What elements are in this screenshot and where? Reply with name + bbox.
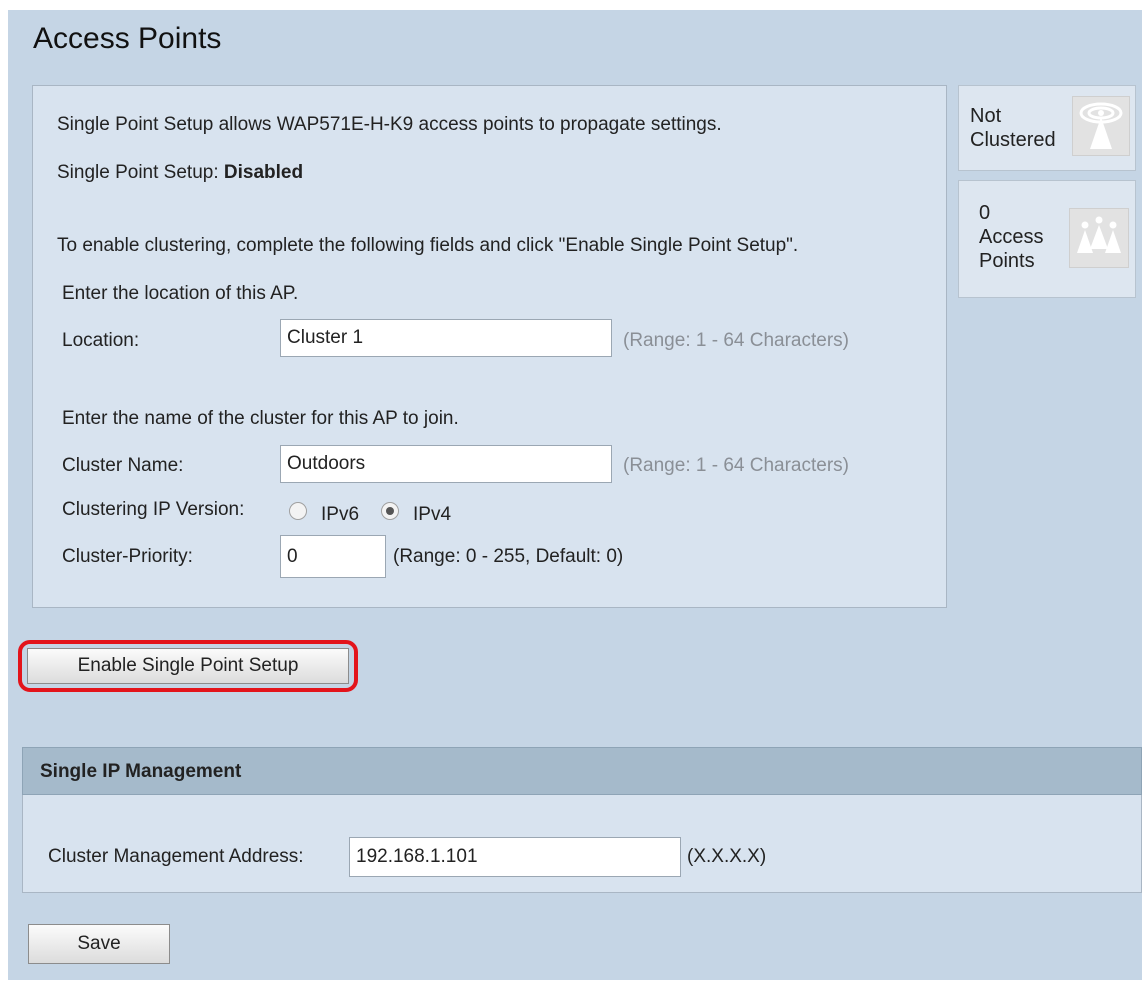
setup-status-label: Single Point Setup:	[57, 162, 224, 183]
save-button[interactable]: Save	[28, 924, 170, 964]
single-ip-management-header: Single IP Management	[22, 747, 1142, 795]
setup-instructions: To enable clustering, complete the follo…	[57, 235, 799, 256]
single-ip-management-title: Single IP Management	[40, 761, 242, 782]
ip-version-label: Clustering IP Version:	[62, 499, 245, 520]
priority-label: Cluster-Priority:	[62, 546, 193, 567]
ipv4-radio[interactable]	[381, 502, 399, 520]
location-label: Location:	[62, 330, 140, 351]
access-points-count-text: 0 Access Points	[979, 202, 1044, 272]
setup-status: Single Point Setup: Disabled	[57, 162, 303, 184]
page: Access Points Single Point Setup allows …	[8, 10, 1142, 980]
page-title: Access Points	[33, 22, 222, 55]
single-ip-management-body: Cluster Management Address: (X.X.X.X)	[22, 795, 1142, 893]
location-prompt: Enter the location of this AP.	[62, 283, 299, 304]
enable-single-point-setup-button[interactable]: Enable Single Point Setup	[27, 648, 349, 684]
ipv6-radio-label: IPv6	[321, 504, 360, 525]
cluster-management-address-label: Cluster Management Address:	[48, 846, 304, 867]
address-format-hint: (X.X.X.X)	[687, 846, 767, 867]
setup-status-value: Disabled	[223, 162, 304, 183]
priority-range-hint: (Range: 0 - 255, Default: 0)	[393, 546, 624, 567]
cluster-priority-input[interactable]	[280, 535, 386, 578]
cluster-name-label: Cluster Name:	[62, 455, 184, 476]
cluster-prompt: Enter the name of the cluster for this A…	[62, 408, 459, 429]
location-range-hint: (Range: 1 - 64 Characters)	[623, 330, 849, 351]
ipv6-radio[interactable]	[289, 502, 307, 520]
setup-intro-text: Single Point Setup allows WAP571E-H-K9 a…	[57, 114, 722, 135]
cluster-status-card: Not Clustered	[958, 85, 1136, 171]
cluster-status-text: Not Clustered	[970, 105, 1056, 151]
single-point-setup-panel: Single Point Setup allows WAP571E-H-K9 a…	[32, 85, 947, 608]
cluster-name-range-hint: (Range: 1 - 64 Characters)	[623, 455, 849, 476]
cluster-name-input[interactable]	[280, 445, 612, 483]
access-points-card: 0 Access Points	[958, 180, 1136, 298]
location-input[interactable]	[280, 319, 612, 357]
antenna-broadcast-icon	[1072, 96, 1130, 156]
cluster-management-address-input[interactable]	[349, 837, 681, 877]
ipv4-radio-label: IPv4	[413, 504, 452, 525]
access-points-group-icon	[1069, 208, 1129, 268]
